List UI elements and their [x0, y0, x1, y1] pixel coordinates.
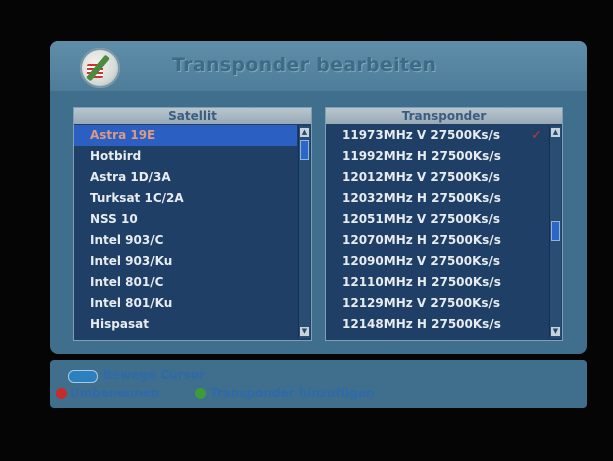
scroll-thumb[interactable]	[551, 221, 560, 241]
satellite-row[interactable]: Hotbird	[74, 146, 297, 167]
transponder-row[interactable]: 11973MHz V 27500Ks/s ✓	[326, 125, 548, 146]
transponder-scrollbar[interactable]: ▲ ▼	[549, 126, 561, 338]
transponder-label: 12070MHz H 27500Ks/s	[342, 233, 501, 247]
add-transponder-hint: Transponder hinzufügen	[210, 386, 375, 400]
transponder-label: 11973MHz V 27500Ks/s	[342, 128, 501, 142]
transponder-row[interactable]: 12129MHz V 27500Ks/s	[326, 293, 548, 314]
check-icon: ✓	[531, 128, 542, 143]
transponder-row[interactable]: 12148MHz H 27500Ks/s	[326, 314, 548, 335]
transponder-label: 12032MHz H 27500Ks/s	[342, 191, 501, 205]
satellite-label: Intel 801/Ku	[90, 296, 173, 310]
transponder-label: 11992MHz H 27500Ks/s	[342, 149, 501, 163]
page-title: Transponder bearbeiten	[172, 54, 437, 76]
satellite-list[interactable]: Satellit Astra 19E Hotbird Astra 1D/3A Turk…	[73, 107, 312, 341]
transponder-row[interactable]: 12090MHz V 27500Ks/s	[326, 251, 548, 272]
scroll-up-icon[interactable]: ▲	[300, 128, 309, 137]
satellite-label: Astra 19E	[90, 128, 156, 142]
transponder-row[interactable]: 12032MHz H 27500Ks/s	[326, 188, 548, 209]
satellite-row[interactable]: Astra 1D/3A	[74, 167, 297, 188]
satellite-label: Hotbird	[90, 149, 142, 163]
transponder-label: 12129MHz V 27500Ks/s	[342, 296, 501, 310]
transponder-label: 12051MHz V 27500Ks/s	[342, 212, 501, 226]
transponder-row[interactable]: 11992MHz H 27500Ks/s	[326, 146, 548, 167]
satellite-row[interactable]: Intel 801/Ku	[74, 293, 297, 314]
satellite-label: NSS 10	[90, 212, 138, 226]
transponder-label: 12110MHz H 27500Ks/s	[342, 275, 501, 289]
satellite-row[interactable]: Intel 903/C	[74, 230, 297, 251]
satellite-label: Hispasat	[90, 317, 149, 331]
satellite-label: Turksat 1C/2A	[90, 191, 184, 205]
transponder-row[interactable]: 12012MHz V 27500Ks/s	[326, 167, 548, 188]
transponder-label: 12012MHz V 27500Ks/s	[342, 170, 501, 184]
transponder-rows: 11973MHz V 27500Ks/s ✓ 11992MHz H 27500Ks/…	[326, 125, 548, 335]
edit-logo-icon	[80, 48, 120, 88]
scroll-thumb[interactable]	[300, 140, 309, 160]
satellite-row[interactable]: Astra 19E	[74, 125, 297, 146]
satellite-scrollbar[interactable]: ▲ ▼	[298, 126, 310, 338]
satellite-label: Intel 903/C	[90, 233, 164, 247]
cursor-key-icon	[68, 370, 98, 383]
transponder-row[interactable]: 12051MHz V 27500Ks/s	[326, 209, 548, 230]
satellite-column-header: Satellit	[74, 108, 311, 124]
move-cursor-hint: Bewege Cursor	[103, 368, 205, 382]
satellite-row[interactable]: Turksat 1C/2A	[74, 188, 297, 209]
transponder-row[interactable]: 12110MHz H 27500Ks/s	[326, 272, 548, 293]
green-key-icon	[195, 388, 206, 399]
satellite-label: Intel 903/Ku	[90, 254, 173, 268]
transponder-edit-panel: Transponder bearbeiten Satellit Astra 19…	[50, 41, 587, 354]
satellite-row[interactable]: NSS 10	[74, 209, 297, 230]
transponder-label: 12148MHz H 27500Ks/s	[342, 317, 501, 331]
satellite-row[interactable]: Hispasat	[74, 314, 297, 335]
scroll-up-icon[interactable]: ▲	[551, 128, 560, 137]
scroll-down-icon[interactable]: ▼	[551, 327, 560, 336]
satellite-label: Astra 1D/3A	[90, 170, 171, 184]
satellite-row[interactable]: Intel 801/C	[74, 272, 297, 293]
satellite-rows: Astra 19E Hotbird Astra 1D/3A Turksat 1C/2A…	[74, 125, 297, 335]
panel-header: Transponder bearbeiten	[50, 41, 587, 91]
satellite-label: Intel 801/C	[90, 275, 164, 289]
transponder-list[interactable]: Transponder 11973MHz V 27500Ks/s ✓ 11992MH…	[325, 107, 563, 341]
transponder-label: 12090MHz V 27500Ks/s	[342, 254, 501, 268]
scroll-down-icon[interactable]: ▼	[300, 327, 309, 336]
hint-bar: Bewege Cursor Umbenennen Transponder hin…	[50, 360, 587, 408]
transponder-row[interactable]: 12070MHz H 27500Ks/s	[326, 230, 548, 251]
transponder-column-header: Transponder	[326, 108, 562, 124]
osd-screen: Transponder bearbeiten Satellit Astra 19…	[0, 0, 613, 461]
red-key-icon	[56, 388, 67, 399]
satellite-row[interactable]: Intel 903/Ku	[74, 251, 297, 272]
rename-hint: Umbenennen	[70, 386, 160, 400]
